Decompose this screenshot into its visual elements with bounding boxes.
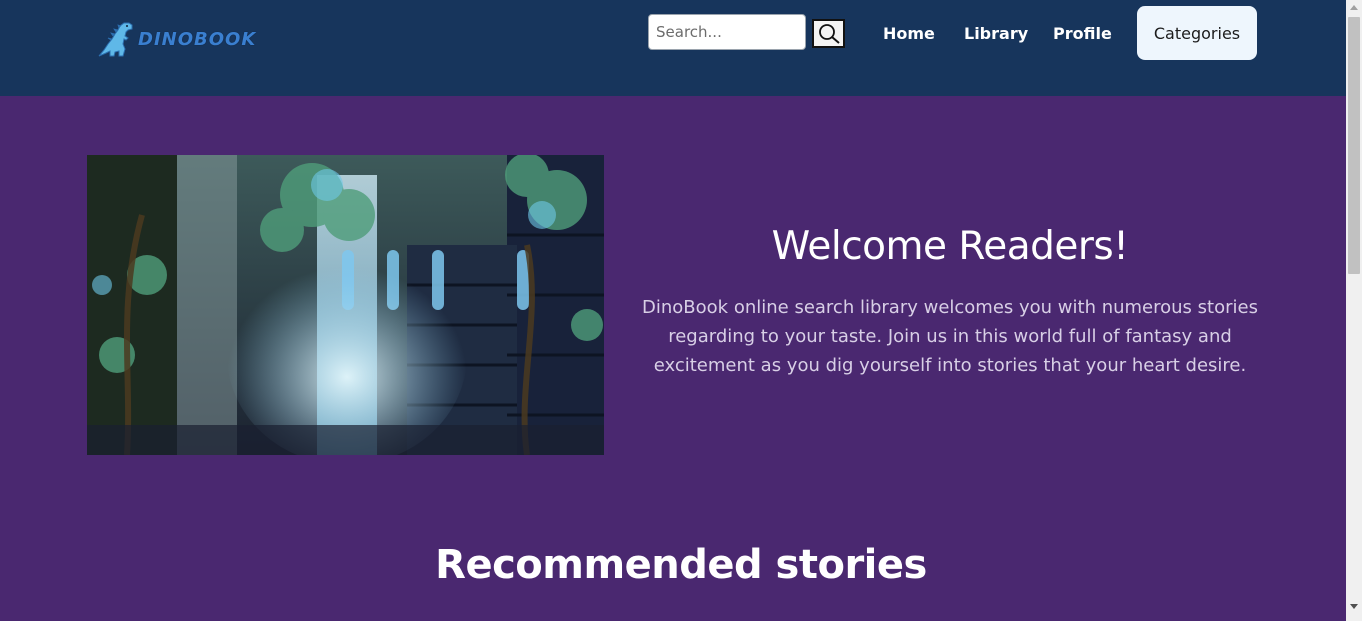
welcome-description: DinoBook online search library welcomes …	[642, 297, 1258, 376]
search-icon	[818, 23, 840, 44]
scrollbar-thumb[interactable]	[1348, 17, 1360, 274]
nav-link-home[interactable]: Home	[883, 22, 935, 46]
scroll-up-arrow-icon[interactable]	[1350, 4, 1358, 10]
scroll-down-arrow-icon[interactable]	[1350, 604, 1358, 610]
page: DINOBOOK Home Library Profile Categories	[0, 0, 1346, 621]
dinobook-logo[interactable]: DINOBOOK	[98, 22, 273, 58]
search-input[interactable]	[648, 14, 806, 50]
logo-wordmark: DINOBOOK	[138, 29, 257, 50]
nav-link-library[interactable]: Library	[964, 22, 1028, 46]
nav-link-profile[interactable]: Profile	[1053, 22, 1112, 46]
search-button[interactable]	[812, 19, 845, 48]
navbar: DINOBOOK Home Library Profile Categories	[0, 0, 1346, 96]
welcome-title: Welcome Readers!	[771, 224, 1129, 269]
recommended-stories-heading: Recommended stories	[435, 542, 927, 588]
dinosaur-icon	[98, 22, 133, 57]
vertical-scrollbar[interactable]	[1346, 0, 1362, 621]
hero-image	[87, 155, 604, 455]
categories-button[interactable]: Categories	[1137, 6, 1257, 60]
